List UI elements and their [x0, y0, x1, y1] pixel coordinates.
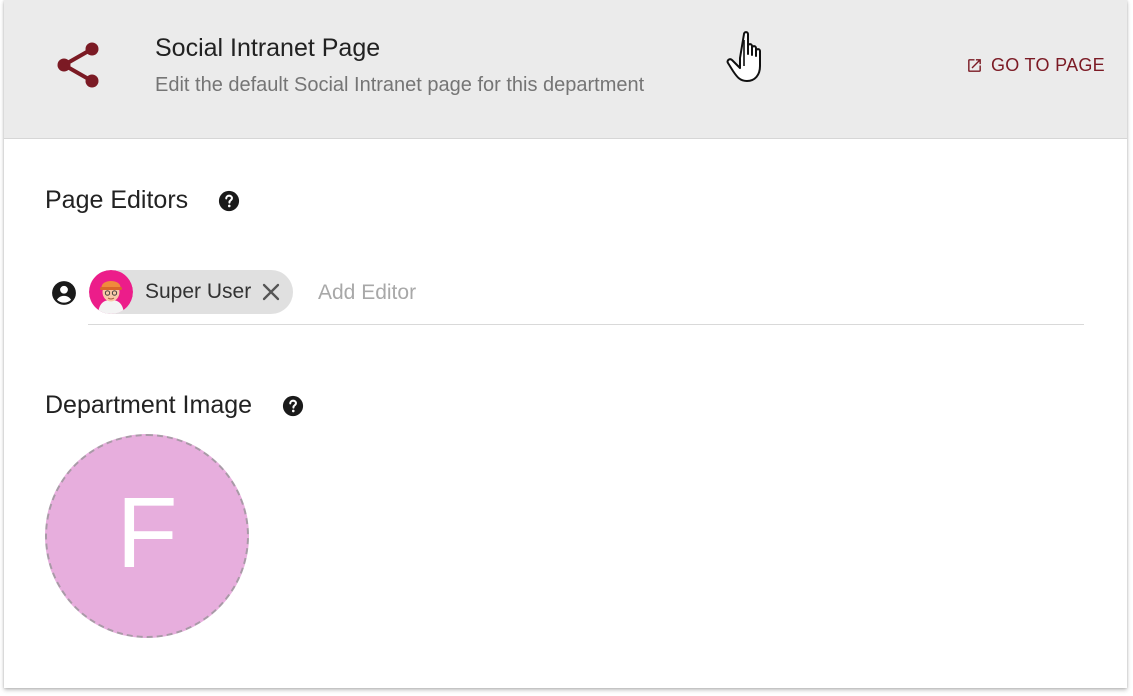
help-circle-icon[interactable]: [218, 190, 240, 212]
header-subtitle: Edit the default Social Intranet page fo…: [155, 74, 645, 96]
help-circle-icon[interactable]: [282, 395, 304, 417]
page-editors-section-title: Page Editors: [45, 186, 240, 215]
add-editor-input[interactable]: [318, 278, 918, 308]
close-icon[interactable]: [259, 280, 283, 304]
department-image-upload[interactable]: F: [45, 434, 249, 638]
account-circle-icon: [52, 281, 76, 305]
header-title: Social Intranet Page: [155, 34, 381, 62]
user-avatar: [89, 270, 133, 314]
page-editors-title: Page Editors: [45, 186, 189, 214]
department-settings-card: Social Intranet Page Edit the default So…: [4, 0, 1127, 688]
go-to-page-label: GO TO PAGE: [990, 54, 1105, 75]
input-underline: [88, 324, 1084, 325]
editor-chip[interactable]: Super User: [89, 270, 293, 314]
hand-pointer-cursor-icon: [726, 31, 761, 82]
department-image-title: Department Image: [45, 391, 253, 419]
department-image-placeholder: F: [49, 438, 245, 634]
social-intranet-header: Social Intranet Page Edit the default So…: [4, 0, 1127, 139]
go-to-page-button[interactable]: GO TO PAGE: [966, 52, 1105, 78]
share-icon: [57, 42, 99, 88]
department-initial: F: [116, 477, 178, 589]
editor-name: Super User: [145, 280, 252, 303]
page-editors-field: Super User: [48, 270, 1084, 326]
open-in-new-icon: [968, 58, 981, 72]
department-image-section-title: Department Image: [45, 391, 304, 420]
